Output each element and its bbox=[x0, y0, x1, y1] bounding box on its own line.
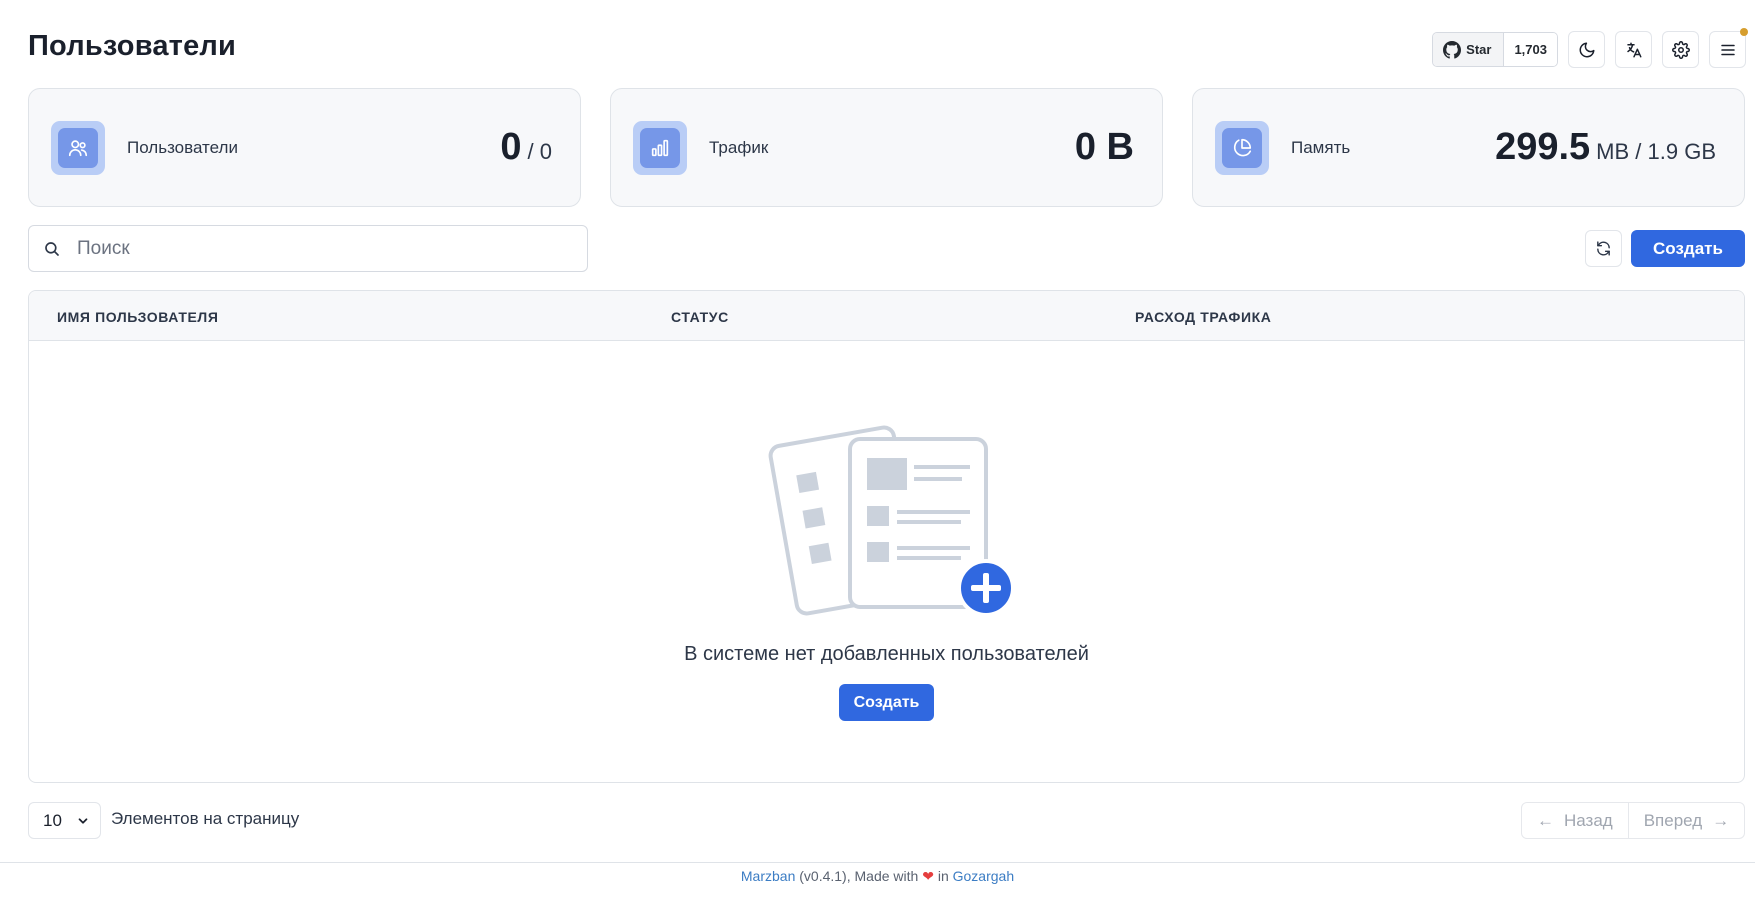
github-star-count[interactable]: 1,703 bbox=[1504, 33, 1557, 66]
github-star-part[interactable]: Star bbox=[1433, 33, 1505, 66]
column-traffic[interactable]: РАСХОД ТРАФИКА bbox=[1135, 309, 1271, 325]
stat-card-users: Пользователи 0 / 0 bbox=[28, 88, 581, 207]
header-actions: Star 1,703 bbox=[1432, 28, 1748, 68]
users-total: / 0 bbox=[527, 139, 552, 164]
chevron-down-icon bbox=[78, 817, 88, 824]
refresh-button[interactable] bbox=[1585, 230, 1622, 267]
prev-page-label: Назад bbox=[1564, 810, 1613, 830]
memory-total: MB / 1.9 GB bbox=[1596, 139, 1716, 164]
settings-button[interactable] bbox=[1662, 31, 1699, 68]
language-button[interactable] bbox=[1615, 31, 1652, 68]
column-status[interactable]: СТАТУС bbox=[671, 309, 729, 325]
per-page-value: 10 bbox=[43, 810, 62, 830]
users-count: 0 bbox=[500, 126, 522, 168]
prev-page-button[interactable]: ← Назад bbox=[1522, 803, 1628, 838]
theme-toggle-button[interactable] bbox=[1568, 31, 1605, 68]
table-header: ИМЯ ПОЛЬЗОВАТЕЛЯ СТАТУС РАСХОД ТРАФИКА bbox=[29, 291, 1744, 341]
next-page-label: Вперед bbox=[1643, 810, 1703, 830]
footer-brand-link[interactable]: Marzban bbox=[741, 868, 795, 884]
stat-value-memory: 299.5 MB / 1.9 GB bbox=[1495, 126, 1716, 169]
footer-version-text: (v0.4.1), Made with bbox=[799, 868, 919, 884]
users-icon bbox=[68, 139, 88, 156]
arrow-right-icon: → bbox=[1712, 810, 1730, 830]
column-username[interactable]: ИМЯ ПОЛЬЗОВАТЕЛЯ bbox=[57, 309, 219, 325]
menu-icon bbox=[1720, 44, 1735, 55]
pie-chart-icon bbox=[1233, 138, 1252, 156]
traffic-value: 0 B bbox=[1074, 126, 1134, 168]
empty-state: В системе нет добавленных пользователей … bbox=[29, 406, 1744, 721]
footer-in-text: in bbox=[937, 868, 949, 884]
users-table: ИМЯ ПОЛЬЗОВАТЕЛЯ СТАТУС РАСХОД ТРАФИКА В… bbox=[28, 290, 1745, 783]
empty-documents-illustration bbox=[768, 425, 1012, 617]
stat-label-traffic: Трафик bbox=[709, 137, 769, 157]
search-box[interactable] bbox=[28, 225, 588, 272]
stat-value-users: 0 / 0 bbox=[500, 126, 552, 169]
traffic-icon-tile bbox=[633, 120, 687, 175]
footer-location-link[interactable]: Gozargah bbox=[953, 868, 1014, 884]
stat-label-users: Пользователи bbox=[127, 137, 238, 157]
notification-dot bbox=[1740, 28, 1748, 36]
create-user-button[interactable]: Создать bbox=[1631, 230, 1745, 267]
search-icon bbox=[45, 241, 59, 256]
stat-label-memory: Память bbox=[1291, 137, 1351, 157]
stat-card-memory: Память 299.5 MB / 1.9 GB bbox=[1192, 88, 1745, 207]
bar-chart-icon bbox=[651, 139, 669, 156]
per-page-select[interactable]: 10 bbox=[28, 802, 101, 839]
footer-divider bbox=[0, 862, 1755, 863]
page-title: Пользователи bbox=[28, 30, 237, 62]
stat-value-traffic: 0 B bbox=[1075, 126, 1134, 169]
menu-button[interactable] bbox=[1709, 28, 1748, 68]
next-page-button[interactable]: Вперед → bbox=[1627, 803, 1744, 838]
moon-icon bbox=[1579, 42, 1594, 57]
per-page-label: Элементов на страницу bbox=[111, 809, 300, 828]
users-icon-tile bbox=[51, 120, 105, 175]
gear-icon bbox=[1671, 40, 1690, 59]
github-icon bbox=[1443, 40, 1462, 59]
stat-card-traffic: Трафик 0 B bbox=[610, 88, 1163, 207]
search-input[interactable] bbox=[77, 237, 557, 260]
refresh-icon bbox=[1597, 241, 1610, 256]
github-star-button[interactable]: Star 1,703 bbox=[1432, 32, 1558, 67]
footer: Marzban (v0.4.1), Made with ❤ in Gozarga… bbox=[0, 868, 1755, 885]
translate-icon bbox=[1626, 42, 1641, 57]
memory-used: 299.5 bbox=[1495, 126, 1591, 168]
github-star-label: Star bbox=[1466, 42, 1492, 57]
pagination-controls: ← Назад Вперед → bbox=[1521, 802, 1746, 839]
heart-icon: ❤ bbox=[922, 868, 934, 884]
arrow-left-icon: ← bbox=[1537, 810, 1554, 830]
empty-state-text: В системе нет добавленных пользователей bbox=[684, 643, 1089, 665]
empty-state-create-button[interactable]: Создать bbox=[838, 684, 935, 721]
memory-icon-tile bbox=[1215, 120, 1269, 175]
